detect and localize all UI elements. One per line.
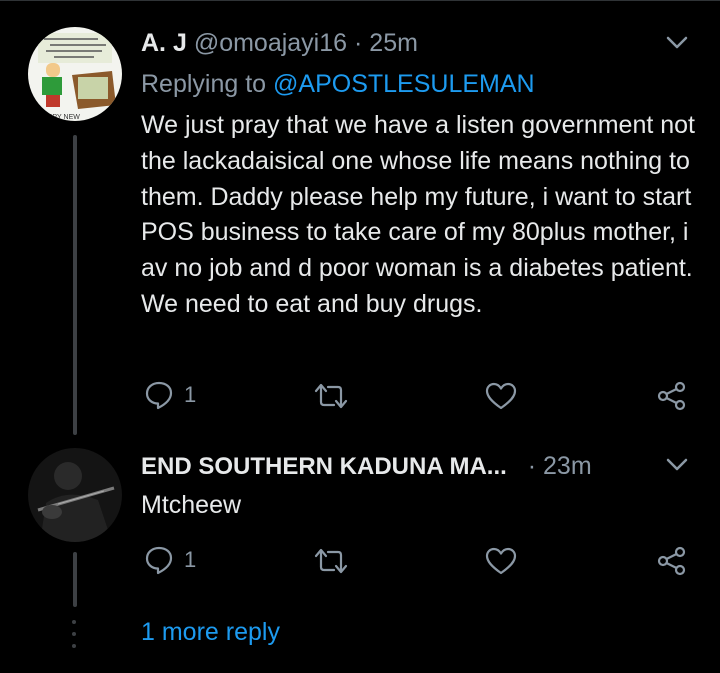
retweet-icon [314,383,348,409]
user-handle[interactable]: @omoajayi16 [194,29,347,57]
tweet-1[interactable]: HAPPY NEW A. J @omoajayi16 · 25m Replyin… [0,0,720,440]
replying-prefix: Replying to [141,70,267,98]
timestamp[interactable]: 25m [369,29,418,57]
timestamp[interactable]: 23m [543,452,592,480]
reply-count: 1 [184,547,197,572]
show-more-replies-link[interactable]: 1 more reply [141,618,280,647]
reply-button[interactable]: 1 [144,545,196,575]
replying-to: Replying to @APOSTLESULEMAN [141,70,535,99]
share-icon [657,546,686,576]
reply-icon [145,546,173,575]
like-button[interactable] [485,546,517,576]
share-icon [657,381,686,411]
retweet-button[interactable] [313,382,349,410]
share-button[interactable] [656,545,688,577]
tweet-text: Mtcheew [141,491,242,519]
thread-dots [72,620,76,656]
retweet-button[interactable] [313,547,349,575]
mention-link[interactable]: @APOSTLESULEMAN [273,70,535,98]
display-name[interactable]: A. J [141,29,187,57]
avatar-caption: HAPPY NEW [38,114,80,121]
reply-count: 1 [184,382,197,407]
thread-line [73,135,77,435]
tweet-header: A. J @omoajayi16 · 25m [141,28,418,58]
avatar[interactable]: HAPPY NEW [28,27,122,121]
chevron-down-icon[interactable] [664,33,690,51]
separator-dot: · [527,452,537,480]
like-button[interactable] [485,381,517,411]
like-icon [485,382,517,410]
separator-dot: · [354,29,363,57]
tweet-text: We just pray that we have a listen gover… [141,111,696,318]
display-name[interactable]: END SOUTHERN KADUNA MA... [141,453,507,480]
reply-icon [145,381,173,410]
retweet-icon [314,548,348,574]
tweet-2[interactable]: END SOUTHERN KADUNA MA... · 23m Mtcheew … [0,440,720,610]
thread-line [73,552,77,607]
chevron-down-icon[interactable] [664,455,690,473]
avatar[interactable] [28,448,122,542]
share-button[interactable] [656,380,688,412]
tweet-header: END SOUTHERN KADUNA MA... · 23m [141,451,592,482]
reply-button[interactable]: 1 [144,380,196,410]
like-icon [485,547,517,575]
